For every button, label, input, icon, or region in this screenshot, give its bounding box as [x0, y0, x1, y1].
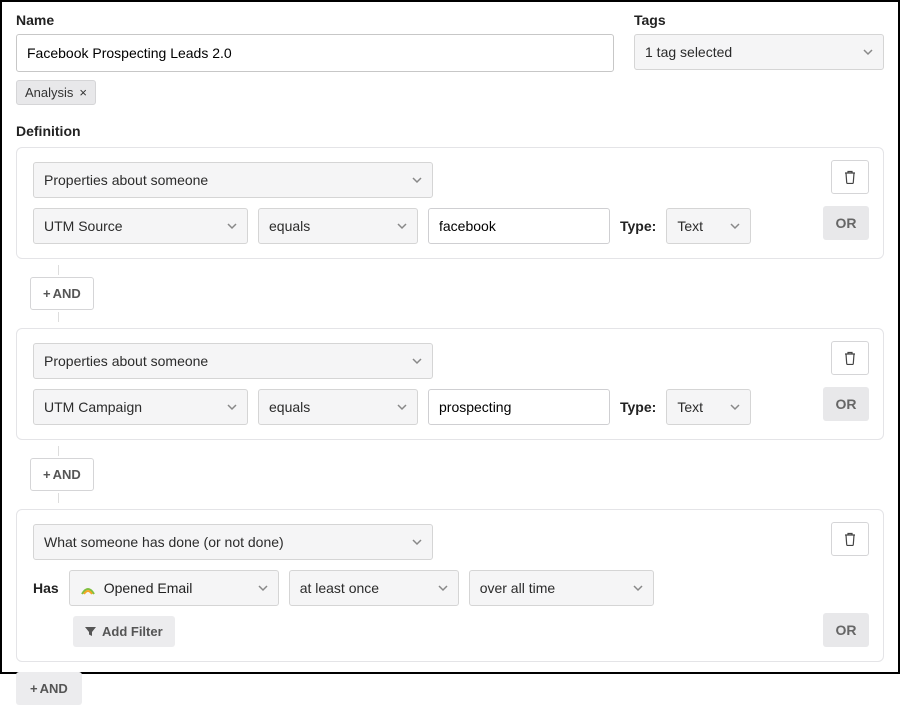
value-type-select[interactable]: Text [666, 208, 751, 244]
chevron-down-icon [730, 221, 740, 231]
or-button[interactable]: OR [823, 387, 869, 421]
value-type-select[interactable]: Text [666, 389, 751, 425]
timeframe-text: over all time [480, 580, 555, 596]
and-button[interactable]: + AND [16, 672, 82, 705]
tags-select[interactable]: 1 tag selected [634, 34, 884, 70]
and-button[interactable]: + AND [30, 458, 94, 491]
type-label: Type: [620, 218, 656, 234]
definition-label: Definition [16, 123, 884, 139]
tags-select-text: 1 tag selected [645, 44, 732, 60]
tag-chip-label: Analysis [25, 85, 73, 100]
activity-select[interactable]: Opened Email [69, 570, 279, 606]
or-button[interactable]: OR [823, 613, 869, 647]
condition-card: OR What someone has done (or not done) H… [16, 509, 884, 662]
property-select[interactable]: UTM Source [33, 208, 248, 244]
and-connector: + AND [30, 446, 884, 503]
operator-select[interactable]: equals [258, 389, 418, 425]
chevron-down-icon [397, 402, 407, 412]
value-type-text: Text [677, 399, 703, 415]
condition-type-text: What someone has done (or not done) [44, 534, 284, 550]
tags-label: Tags [634, 12, 884, 28]
condition-card: OR Properties about someone UTM Campaign… [16, 328, 884, 440]
timeframe-select[interactable]: over all time [469, 570, 654, 606]
chevron-down-icon [730, 402, 740, 412]
filter-icon [85, 626, 96, 637]
chevron-down-icon [412, 537, 422, 547]
and-connector: + AND [30, 265, 884, 322]
delete-button[interactable] [831, 341, 869, 375]
add-filter-button[interactable]: Add Filter [73, 616, 175, 647]
chevron-down-icon [412, 175, 422, 185]
condition-type-select[interactable]: What someone has done (or not done) [33, 524, 433, 560]
condition-type-text: Properties about someone [44, 353, 208, 369]
trash-icon [844, 532, 856, 546]
chevron-down-icon [397, 221, 407, 231]
property-text: UTM Source [44, 218, 123, 234]
has-label: Has [33, 580, 59, 596]
and-button[interactable]: + AND [30, 277, 94, 310]
value-input[interactable] [428, 208, 610, 244]
or-button[interactable]: OR [823, 206, 869, 240]
type-label: Type: [620, 399, 656, 415]
property-select[interactable]: UTM Campaign [33, 389, 248, 425]
chevron-down-icon [227, 221, 237, 231]
name-input[interactable] [16, 34, 614, 72]
trash-icon [844, 170, 856, 184]
condition-type-select[interactable]: Properties about someone [33, 162, 433, 198]
condition-type-select[interactable]: Properties about someone [33, 343, 433, 379]
tag-remove-icon[interactable]: × [79, 85, 87, 100]
operator-text: equals [269, 399, 310, 415]
chevron-down-icon [863, 47, 873, 57]
chevron-down-icon [227, 402, 237, 412]
klaviyo-icon [80, 581, 96, 595]
property-text: UTM Campaign [44, 399, 142, 415]
activity-text: Opened Email [104, 580, 193, 596]
name-label: Name [16, 12, 614, 28]
frequency-text: at least once [300, 580, 379, 596]
operator-select[interactable]: equals [258, 208, 418, 244]
delete-button[interactable] [831, 160, 869, 194]
chevron-down-icon [633, 583, 643, 593]
operator-text: equals [269, 218, 310, 234]
trash-icon [844, 351, 856, 365]
chevron-down-icon [412, 356, 422, 366]
frequency-select[interactable]: at least once [289, 570, 459, 606]
chevron-down-icon [258, 583, 268, 593]
delete-button[interactable] [831, 522, 869, 556]
value-input[interactable] [428, 389, 610, 425]
condition-type-text: Properties about someone [44, 172, 208, 188]
condition-card: OR Properties about someone UTM Source e… [16, 147, 884, 259]
tag-chip-analysis[interactable]: Analysis × [16, 80, 96, 105]
value-type-text: Text [677, 218, 703, 234]
chevron-down-icon [438, 583, 448, 593]
